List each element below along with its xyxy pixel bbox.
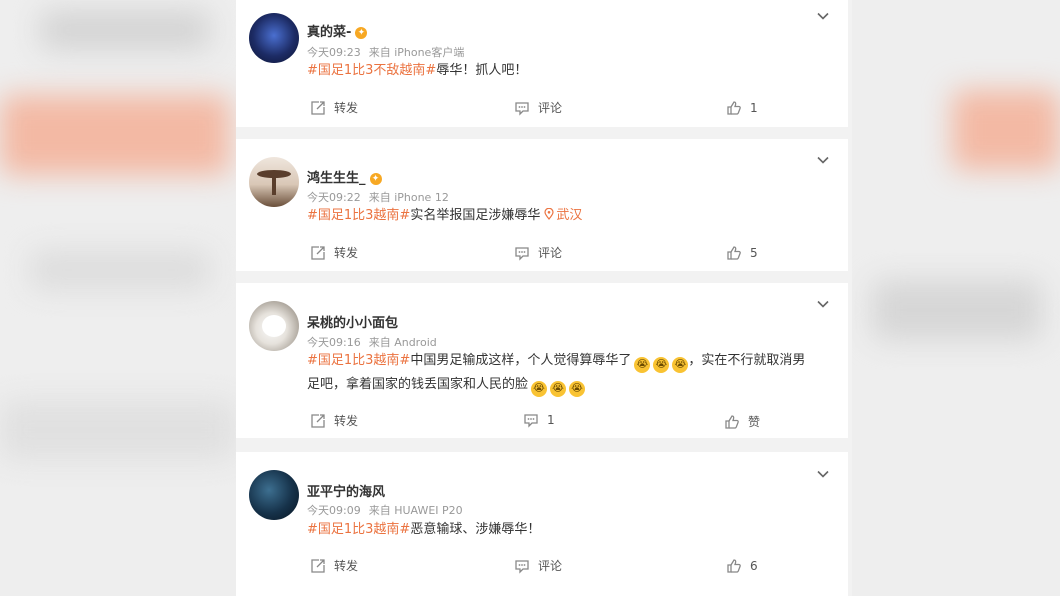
username[interactable]: 呆桃的小小面包 [307,312,398,331]
repost-button[interactable]: 转发 [310,412,358,429]
post-card: 真的菜- ✦ 今天09:23 来自 iPhone客户端 #国足1比3不敌越南#辱华！… [236,0,848,127]
location-pin-icon [544,207,554,220]
chevron-down-icon[interactable] [816,297,830,311]
post-time: 今天09:23 [307,46,361,59]
blurred-backdrop-right [852,0,1060,596]
avatar[interactable] [249,13,299,63]
like-button[interactable]: 赞 [724,413,760,430]
repost-icon [311,100,325,115]
crying-emoji-icon: 😭 [634,357,651,373]
like-icon [727,101,741,115]
chevron-down-icon[interactable] [816,153,830,167]
repost-button[interactable]: 转发 [310,99,358,116]
location-link[interactable]: 武汉 [544,207,582,223]
comment-button[interactable]: 评论 [514,244,562,261]
crying-emoji-icon: 😭 [569,381,586,397]
like-icon [727,559,741,573]
chevron-down-icon[interactable] [816,9,830,23]
post-source: 来自 iPhone 12 [368,191,449,204]
repost-button[interactable]: 转发 [310,244,358,261]
repost-icon [311,245,325,260]
like-button[interactable]: 1 [726,100,758,116]
hashtag-link[interactable]: #国足1比3不敌越南# [307,63,436,78]
like-button[interactable]: 5 [726,245,758,261]
chevron-down-icon[interactable] [816,467,830,481]
like-button[interactable]: 6 [726,558,758,574]
avatar[interactable] [249,470,299,520]
feed: 真的菜- ✦ 今天09:23 来自 iPhone客户端 #国足1比3不敌越南#辱华！… [236,0,852,596]
comment-icon [524,414,538,428]
post-text: #国足1比3越南#中国男足输成这样，个人觉得算辱华了 😭 😭 😭 ，实在不行就取消男 足… [307,349,827,397]
post-card: 鸿生生生_ ✦ 今天09:22 来自 iPhone 12 #国足1比3越南#实名举报… [236,139,848,271]
crying-emoji-icon: 😭 [531,381,548,397]
comment-button[interactable]: 1 [523,412,555,428]
avatar[interactable] [249,301,299,351]
username[interactable]: 真的菜- ✦ [307,21,368,40]
avatar[interactable] [249,157,299,207]
username[interactable]: 亚平宁的海风 [307,481,385,500]
repost-button[interactable]: 转发 [310,557,358,574]
comment-icon [515,559,529,574]
post-meta: 今天09:22 来自 iPhone 12 [307,189,449,205]
post-source: 来自 HUAWEI P20 [368,504,463,517]
post-time: 今天09:16 [307,336,361,349]
like-icon [725,414,739,429]
hashtag-link[interactable]: #国足1比3越南# [307,522,410,537]
comment-button[interactable]: 评论 [514,557,562,574]
post-text: #国足1比3不敌越南#辱华！抓人吧！ [307,63,528,78]
vip-badge-icon: ✦ [369,173,382,185]
hashtag-link[interactable]: #国足1比3越南# [307,208,410,223]
username[interactable]: 鸿生生生_ ✦ [307,167,382,186]
repost-icon [311,558,325,573]
post-meta: 今天09:16 来自 Android [307,334,437,350]
post-source: 来自 iPhone客户端 [368,46,465,59]
vip-badge-icon: ✦ [355,27,368,39]
post-meta: 今天09:09 来自 HUAWEI P20 [307,502,463,518]
comment-button[interactable]: 评论 [514,99,562,116]
post-time: 今天09:09 [307,504,361,517]
comment-icon [515,101,529,116]
post-card: 亚平宁的海风 今天09:09 来自 HUAWEI P20 #国足1比3越南#恶意输… [236,452,848,596]
post-time: 今天09:22 [307,191,361,204]
post-meta: 今天09:23 来自 iPhone客户端 [307,44,464,60]
post-card: 呆桃的小小面包 今天09:16 来自 Android #国足1比3越南#中国男足输… [236,283,848,438]
comment-icon [515,246,529,261]
crying-emoji-icon: 😭 [653,357,670,373]
like-icon [727,246,741,260]
repost-icon [311,413,325,428]
post-text: #国足1比3越南#实名举报国足涉嫌辱华 武汉 [307,207,583,223]
crying-emoji-icon: 😭 [550,381,567,397]
crying-emoji-icon: 😭 [672,357,689,373]
post-text: #国足1比3越南#恶意输球、涉嫌辱华！ [307,522,541,537]
blurred-backdrop-left [0,0,236,596]
post-source: 来自 Android [368,336,437,349]
hashtag-link[interactable]: #国足1比3越南# [307,353,410,368]
